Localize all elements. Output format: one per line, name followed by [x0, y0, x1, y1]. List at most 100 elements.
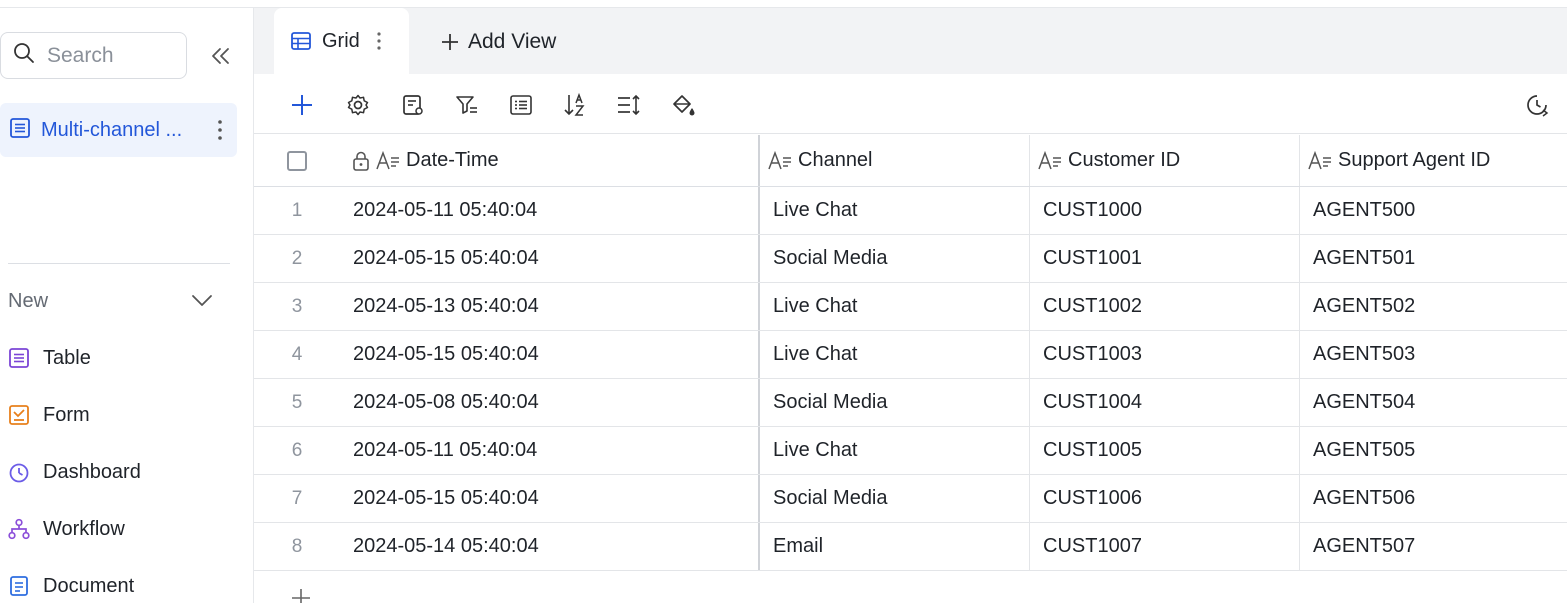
sidebar-item-table[interactable]: Multi-channel ... — [0, 103, 237, 157]
agent-id-cell[interactable]: AGENT504 — [1300, 379, 1567, 426]
table-row[interactable]: 4 2024-05-15 05:40:04 Live Chat CUST1003… — [254, 331, 1567, 379]
sort-icon — [564, 92, 585, 116]
customer-id-cell[interactable]: CUST1006 — [1030, 475, 1300, 522]
grid-toolbar — [254, 74, 1567, 134]
new-dashboard-item[interactable]: Dashboard — [8, 454, 141, 490]
main-panel: Grid Add View Date-Time Channel Customer… — [254, 8, 1567, 603]
table-row[interactable]: 5 2024-05-08 05:40:04 Social Media CUST1… — [254, 379, 1567, 427]
channel-cell[interactable]: Social Media — [760, 379, 1030, 426]
channel-cell[interactable]: Live Chat — [760, 187, 1030, 234]
agent-id-cell[interactable]: AGENT507 — [1300, 523, 1567, 570]
row-number: 7 — [291, 487, 303, 509]
channel-cell[interactable]: Social Media — [760, 235, 1030, 282]
agent-id-cell[interactable]: AGENT501 — [1300, 235, 1567, 282]
new-table-item[interactable]: Table — [8, 340, 91, 376]
column-header-label: Date-Time — [406, 149, 499, 171]
datetime-cell[interactable]: 2024-05-14 05:40:04 — [340, 523, 760, 570]
customer-id-cell[interactable]: CUST1002 — [1030, 283, 1300, 330]
sidebar-divider — [8, 263, 230, 264]
plus-icon — [292, 589, 310, 603]
settings-button[interactable] — [344, 91, 372, 119]
agent-id-cell[interactable]: AGENT500 — [1300, 187, 1567, 234]
text-field-icon — [376, 150, 399, 169]
row-number: 3 — [291, 295, 303, 317]
add-view-button[interactable]: Add View — [440, 27, 556, 57]
datetime-cell[interactable]: 2024-05-08 05:40:04 — [340, 379, 760, 426]
table-row[interactable]: 3 2024-05-13 05:40:04 Live Chat CUST1002… — [254, 283, 1567, 331]
menu-item-label: Form — [43, 403, 90, 426]
table-row[interactable]: 7 2024-05-15 05:40:04 Social Media CUST1… — [254, 475, 1567, 523]
channel-cell[interactable]: Social Media — [760, 475, 1030, 522]
table-row[interactable]: 1 2024-05-11 05:40:04 Live Chat CUST1000… — [254, 187, 1567, 235]
datetime-cell[interactable]: 2024-05-13 05:40:04 — [340, 283, 760, 330]
agent-id-cell[interactable]: AGENT505 — [1300, 427, 1567, 474]
grid-table-icon — [9, 117, 31, 144]
lock-icon — [353, 151, 369, 171]
form-icon — [9, 405, 29, 425]
group-button[interactable] — [507, 91, 535, 119]
channel-cell[interactable]: Live Chat — [760, 427, 1030, 474]
select-all-cell[interactable] — [254, 135, 340, 186]
agent-id-cell[interactable]: AGENT503 — [1300, 331, 1567, 378]
datetime-cell[interactable]: 2024-05-15 05:40:04 — [340, 475, 760, 522]
more-vertical-icon[interactable] — [376, 31, 382, 51]
table-row[interactable]: 2 2024-05-15 05:40:04 Social Media CUST1… — [254, 235, 1567, 283]
text-field-icon — [1308, 150, 1331, 169]
collapse-sidebar-button[interactable] — [206, 44, 234, 68]
row-height-button[interactable] — [615, 91, 643, 119]
new-workflow-item[interactable]: Workflow — [8, 511, 125, 547]
more-vertical-icon[interactable] — [217, 119, 223, 146]
row-number: 6 — [291, 439, 303, 461]
add-row-button[interactable] — [290, 587, 314, 603]
customer-id-cell[interactable]: CUST1007 — [1030, 523, 1300, 570]
history-button[interactable] — [1523, 91, 1551, 119]
fill-color-button[interactable] — [669, 91, 697, 119]
datetime-cell[interactable]: 2024-05-15 05:40:04 — [340, 331, 760, 378]
search-placeholder[interactable]: Search — [47, 44, 114, 68]
new-document-item[interactable]: Document — [8, 568, 134, 603]
table-icon — [9, 348, 29, 368]
customer-id-cell[interactable]: CUST1003 — [1030, 331, 1300, 378]
agent-id-cell[interactable]: AGENT506 — [1300, 475, 1567, 522]
search-box[interactable]: Search — [0, 32, 187, 79]
table-row[interactable]: 8 2024-05-14 05:40:04 Email CUST1007 AGE… — [254, 523, 1567, 571]
fields-button[interactable] — [399, 91, 427, 119]
channel-cell[interactable]: Live Chat — [760, 283, 1030, 330]
view-tabbar: Grid Add View — [254, 8, 1567, 74]
customer-id-cell[interactable]: CUST1001 — [1030, 235, 1300, 282]
row-number: 4 — [291, 343, 303, 365]
add-record-button[interactable] — [288, 91, 316, 119]
column-header-channel[interactable]: Channel — [760, 135, 1030, 186]
new-section-toggle[interactable]: New — [8, 286, 213, 316]
chevron-down-icon — [192, 295, 212, 306]
history-icon — [1527, 95, 1549, 117]
customer-id-cell[interactable]: CUST1005 — [1030, 427, 1300, 474]
customer-id-cell[interactable]: CUST1004 — [1030, 379, 1300, 426]
column-header-customer-id[interactable]: Customer ID — [1030, 135, 1300, 186]
grid-header: Date-Time Channel Customer ID Support Ag… — [254, 135, 1567, 187]
table-row[interactable]: 6 2024-05-11 05:40:04 Live Chat CUST1005… — [254, 427, 1567, 475]
row-number: 2 — [291, 247, 303, 269]
filter-button[interactable] — [453, 91, 481, 119]
new-form-item[interactable]: Form — [8, 397, 90, 433]
sidebar: Search Multi-channel ... New Table Form — [0, 8, 254, 603]
fields-icon — [403, 95, 423, 115]
sort-button[interactable] — [561, 91, 589, 119]
column-header-label: Channel — [798, 149, 873, 171]
customer-id-cell[interactable]: CUST1000 — [1030, 187, 1300, 234]
search-icon — [13, 42, 35, 69]
datetime-cell[interactable]: 2024-05-11 05:40:04 — [340, 427, 760, 474]
datetime-cell[interactable]: 2024-05-11 05:40:04 — [340, 187, 760, 234]
agent-id-cell[interactable]: AGENT502 — [1300, 283, 1567, 330]
channel-cell[interactable]: Live Chat — [760, 331, 1030, 378]
datetime-cell[interactable]: 2024-05-15 05:40:04 — [340, 235, 760, 282]
add-record-icon — [292, 95, 312, 115]
column-header-datetime[interactable]: Date-Time — [340, 135, 760, 186]
channel-cell[interactable]: Email — [760, 523, 1030, 570]
column-header-support-agent-id[interactable]: Support Agent ID — [1300, 135, 1567, 186]
filter-icon — [456, 96, 477, 114]
row-number: 8 — [291, 535, 303, 557]
menu-item-label: Dashboard — [43, 460, 141, 483]
select-all-checkbox[interactable] — [287, 150, 307, 171]
tab-grid[interactable]: Grid — [274, 8, 409, 74]
